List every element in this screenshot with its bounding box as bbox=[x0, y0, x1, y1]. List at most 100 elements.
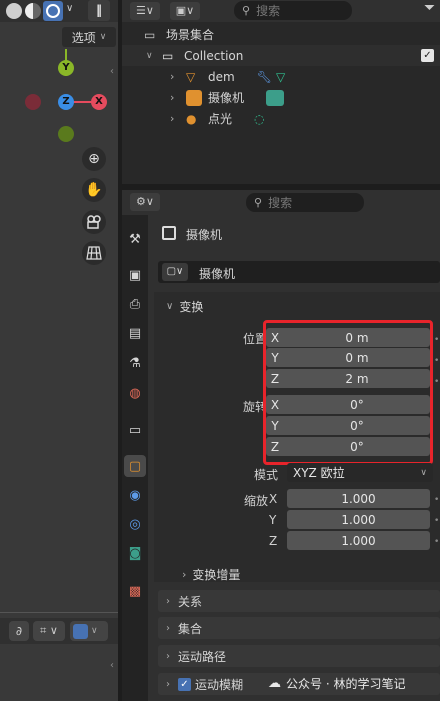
gizmo-z-axis[interactable]: Z bbox=[58, 94, 74, 110]
outliner-row-scene-collection[interactable]: ▭ 场景集合 bbox=[122, 24, 440, 45]
hand-pan-icon[interactable]: ✋ bbox=[82, 178, 106, 202]
scene-icon[interactable]: ⚗ bbox=[124, 352, 146, 374]
view-layer-icon[interactable]: ▤ bbox=[124, 322, 146, 344]
motion-paths-section[interactable]: › 运动路径 bbox=[158, 645, 440, 667]
physics-icon[interactable]: ◎ bbox=[124, 513, 146, 535]
camera-view-icon[interactable] bbox=[82, 210, 106, 234]
display-mode-dropdown[interactable]: ☰∨ bbox=[130, 2, 160, 20]
outliner-row-light[interactable]: › ● 点光 ◌ bbox=[122, 108, 440, 129]
gizmo-x-axis[interactable]: X bbox=[91, 94, 107, 110]
solid-shading-button[interactable] bbox=[6, 3, 22, 19]
rotation-mode-dropdown[interactable]: XYZ 欧拉 ∨ bbox=[287, 463, 433, 482]
camera-data-tab-icon[interactable]: ◙ bbox=[124, 542, 146, 564]
grid-ortho-icon[interactable] bbox=[82, 241, 106, 265]
material-shading-button[interactable] bbox=[25, 3, 41, 19]
wrench-modifier-icon[interactable]: 🔧︎ bbox=[257, 70, 272, 84]
filter-icon[interactable]: ⏷ bbox=[424, 0, 435, 16]
chevron-right-icon[interactable]: › bbox=[170, 91, 182, 104]
outliner-row-camera[interactable]: › 摄像机 bbox=[122, 87, 440, 108]
filter-view-dropdown[interactable]: ▣∨ bbox=[170, 2, 200, 20]
section-title: 关系 bbox=[178, 594, 203, 609]
scale-x-axis-label: X bbox=[269, 492, 278, 506]
proportional-edit-icon bbox=[73, 623, 88, 639]
object-icon bbox=[162, 226, 176, 240]
keyframe-dots[interactable]: • • • bbox=[434, 490, 439, 553]
collections-section[interactable]: › 集合 bbox=[158, 617, 440, 639]
light-data-icon[interactable]: ◌ bbox=[254, 112, 264, 126]
outliner-search-input[interactable]: ⚲ 搜索 bbox=[234, 1, 352, 20]
snap-target-dropdown[interactable]: ⌗ ∨ bbox=[33, 621, 65, 641]
chevron-down-icon[interactable]: ∨ bbox=[66, 3, 73, 14]
pause-icon[interactable]: ‖ bbox=[88, 0, 110, 21]
world-icon[interactable]: ◍ bbox=[124, 382, 146, 404]
camera-data-icon[interactable] bbox=[266, 89, 285, 106]
gizmo-neg-x-axis[interactable] bbox=[25, 94, 41, 110]
delta-transform-subpanel[interactable]: › 变换增量 bbox=[182, 566, 240, 583]
globe-icon bbox=[46, 4, 60, 18]
light-bulb-icon: ● bbox=[186, 111, 197, 126]
object-properties-icon[interactable]: ▢ bbox=[124, 455, 146, 477]
options-dropdown[interactable]: 选项 ∨ bbox=[62, 27, 116, 47]
section-title: 运动路径 bbox=[178, 649, 227, 664]
chevron-left-icon[interactable]: ‹ bbox=[110, 66, 114, 77]
chevron-left-icon[interactable]: ‹ bbox=[110, 660, 114, 671]
relations-section[interactable]: › 关系 bbox=[158, 590, 440, 612]
chevron-right-icon[interactable]: › bbox=[170, 112, 182, 125]
watermark: ☁ 公众号 · 林的学习笔记 bbox=[268, 675, 405, 692]
collection-checkbox[interactable]: ✓ bbox=[421, 49, 434, 62]
scale-y-field[interactable]: 1.000 bbox=[287, 510, 430, 529]
constraints-icon[interactable]: ◉ bbox=[124, 484, 146, 506]
editor-type-dropdown[interactable]: ⚙∨ bbox=[130, 193, 160, 211]
chevron-down-icon: ∨ bbox=[420, 467, 427, 478]
scale-z-field[interactable]: 1.000 bbox=[287, 531, 430, 550]
scale-x-field[interactable]: 1.000 bbox=[287, 489, 430, 508]
section-title: 运动模糊 bbox=[195, 677, 244, 692]
chevron-down-icon: ∨ bbox=[91, 626, 98, 636]
scene-collection-label: 场景集合 bbox=[166, 28, 215, 42]
watermark-text: 公众号 · 林的学习笔记 bbox=[286, 677, 406, 691]
keyframe-dots[interactable]: • • • bbox=[434, 330, 439, 393]
section-title: 集合 bbox=[178, 621, 203, 636]
collection-box-icon: ▭ bbox=[162, 48, 174, 63]
chevron-right-icon: › bbox=[166, 678, 170, 690]
transform-panel-header[interactable]: ∨ 变换 bbox=[166, 298, 203, 315]
properties-search-input[interactable]: ⚲ 搜索 bbox=[246, 193, 364, 212]
wechat-icon: ☁ bbox=[268, 676, 281, 691]
datablock-field[interactable]: ▢∨ 摄像机 bbox=[158, 261, 440, 283]
outliner-row-mesh[interactable]: › ▽ dem 🔧︎ ▽ bbox=[122, 66, 440, 87]
snap-icon[interactable]: ∂ bbox=[9, 621, 29, 641]
object-name: 点光 bbox=[208, 112, 233, 126]
search-placeholder: 搜索 bbox=[256, 4, 281, 18]
search-icon: ⚲ bbox=[254, 196, 263, 209]
gizmo-neg-y-axis[interactable] bbox=[58, 126, 74, 142]
chevron-right-icon: › bbox=[182, 568, 187, 581]
zoom-icon[interactable]: ⊕ bbox=[82, 147, 106, 171]
chevron-right-icon[interactable]: › bbox=[170, 70, 182, 83]
chevron-down-icon: ∨ bbox=[166, 301, 174, 312]
texture-checker-icon[interactable]: ▩ bbox=[124, 580, 146, 602]
output-printer-icon[interactable]: ⎙ bbox=[124, 293, 146, 315]
search-placeholder: 搜索 bbox=[268, 196, 293, 210]
outliner-row-collection[interactable]: ∨ ▭ Collection ✓ bbox=[122, 45, 440, 66]
gizmo-y-axis[interactable]: Y bbox=[58, 60, 74, 76]
delta-transform-label: 变换增量 bbox=[192, 568, 241, 582]
vertex-group-icon[interactable]: ▽ bbox=[276, 70, 285, 84]
rendered-shading-button[interactable] bbox=[43, 1, 63, 21]
datablock-name: 摄像机 bbox=[199, 267, 236, 281]
tool-settings-icon[interactable]: ⚒ bbox=[124, 228, 146, 250]
object-browse-icon[interactable]: ▢∨ bbox=[162, 263, 188, 281]
motion-blur-checkbox[interactable]: ✓ bbox=[178, 677, 191, 691]
render-icon[interactable]: ▣ bbox=[124, 264, 146, 286]
object-name: dem bbox=[208, 69, 235, 84]
scale-label: 缩放 bbox=[244, 494, 269, 508]
chevron-right-icon: › bbox=[166, 622, 170, 634]
collection-icon[interactable]: ▭ bbox=[124, 419, 146, 441]
camera-object-icon bbox=[186, 89, 202, 106]
highlight-box bbox=[263, 320, 433, 465]
options-label: 选项 bbox=[71, 30, 96, 45]
collection-label: Collection bbox=[184, 48, 244, 63]
transform-title: 变换 bbox=[179, 300, 204, 314]
proportional-edit-dropdown[interactable]: ∨ bbox=[70, 621, 108, 641]
mesh-triangle-icon: ▽ bbox=[186, 69, 196, 84]
chevron-down-icon[interactable]: ∨ bbox=[146, 51, 158, 61]
